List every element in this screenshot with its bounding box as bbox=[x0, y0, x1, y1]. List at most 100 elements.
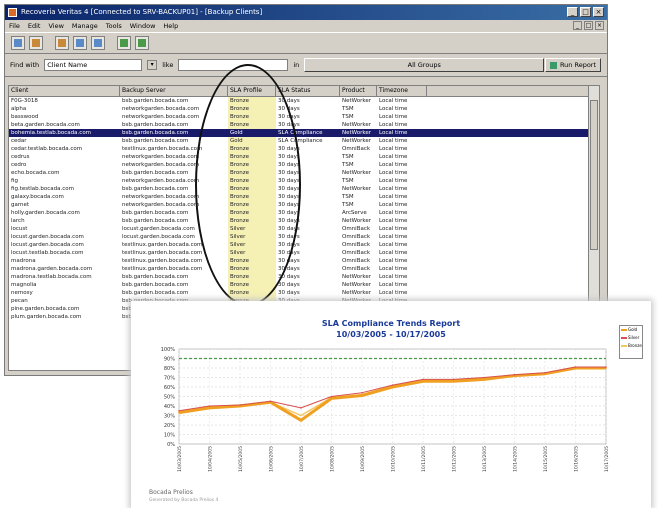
table-row[interactable]: locust.garden.bocada.com testlinux.garden… bbox=[9, 241, 599, 249]
minimize-button[interactable]: _ bbox=[567, 7, 578, 17]
table-row[interactable]: locust.testlab.bocada.com testlinux.garde… bbox=[9, 249, 599, 257]
cell-client: pine.garden.bocada.com bbox=[11, 306, 80, 312]
menu-view[interactable]: View bbox=[48, 20, 63, 32]
cell-product: TSM bbox=[342, 194, 354, 200]
run-report-button[interactable]: Run Report bbox=[545, 58, 601, 72]
data-point-silver bbox=[239, 404, 241, 406]
table-row[interactable]: fig.testlab.bocada.com bsb.garden.bocada.… bbox=[9, 185, 599, 193]
data-point-silver bbox=[361, 391, 363, 394]
servers-icon[interactable] bbox=[91, 36, 105, 50]
cell-product: TSM bbox=[342, 106, 354, 112]
report-icon[interactable] bbox=[29, 36, 43, 50]
data-point-gold bbox=[452, 380, 455, 383]
window-titlebar[interactable]: Recoveria Veritas 4 [Connected to SRV-BA… bbox=[5, 5, 607, 20]
table-row[interactable]: locust.garden.bocada.com locust.garden.bo… bbox=[9, 233, 599, 241]
cell-product: OmniBack bbox=[342, 242, 371, 248]
cell-client: locust.garden.bocada.com bbox=[11, 234, 84, 240]
cell-sla-status: 30 days bbox=[278, 274, 300, 280]
maximize-button[interactable]: □ bbox=[580, 7, 591, 17]
chart-icon[interactable] bbox=[55, 36, 69, 50]
table-row[interactable]: madrona.testlab.bocada.com bsb.garden.boc… bbox=[9, 273, 599, 281]
table-row[interactable]: beta.garden.bocada.com bsb.garden.bocada.… bbox=[9, 121, 599, 129]
column-header-product[interactable]: Product bbox=[340, 86, 377, 96]
x-tick-label: 10/13/2005 bbox=[482, 446, 488, 472]
mdi-close-button[interactable]: × bbox=[595, 21, 604, 30]
table-row[interactable]: F0G-3018 bsb.garden.bocada.com Bronze 30 da… bbox=[9, 97, 599, 105]
cell-client: cedro bbox=[11, 162, 27, 168]
sla-report-panel: SLA Compliance Trends Report 10/03/2005 … bbox=[131, 301, 651, 508]
table-row[interactable]: cedar bsb.garden.bocada.com Gold SLA Compli… bbox=[9, 137, 599, 145]
refresh-icon[interactable] bbox=[117, 36, 131, 50]
close-button[interactable]: × bbox=[593, 7, 604, 17]
cell-client: madrona.testlab.bocada.com bbox=[11, 274, 92, 280]
cell-timezone: Local time bbox=[379, 106, 408, 112]
data-point-silver bbox=[452, 378, 455, 381]
table-row[interactable]: fig networkgarden.bocada.com Bronze 30 days… bbox=[9, 177, 599, 185]
menu-edit[interactable]: Edit bbox=[28, 20, 41, 32]
column-header-timezone[interactable]: Timezone bbox=[377, 86, 427, 96]
table-row[interactable]: holly.garden.bocada.com bsb.garden.bocada… bbox=[9, 209, 599, 217]
data-point-silver bbox=[330, 395, 333, 398]
y-tick-label: 60% bbox=[164, 385, 175, 391]
y-tick-label: 90% bbox=[164, 357, 175, 363]
menu-help[interactable]: Help bbox=[163, 20, 178, 32]
all-groups-button[interactable]: All Groups bbox=[304, 58, 545, 72]
table-row[interactable]: madrona.garden.bocada.com testlinux.garde… bbox=[9, 265, 599, 273]
x-tick-label: 10/08/2005 bbox=[330, 446, 336, 472]
settings-icon[interactable] bbox=[135, 36, 149, 50]
x-tick-label: 10/14/2005 bbox=[513, 446, 519, 472]
table-row[interactable]: locust locust.garden.bocada.com Silver 30 d… bbox=[9, 225, 599, 233]
table-row[interactable]: echo.bocada.com bsb.garden.bocada.com Bron… bbox=[9, 169, 599, 177]
menu-window[interactable]: Window bbox=[130, 20, 156, 32]
table-row[interactable]: galaxy.bocada.com networkgarden.bocada.co… bbox=[9, 193, 599, 201]
cell-client: locust bbox=[11, 226, 28, 232]
cell-timezone: Local time bbox=[379, 122, 408, 128]
column-header-sla-status[interactable]: SLA Status bbox=[276, 86, 340, 96]
chevron-down-icon[interactable]: ▾ bbox=[147, 60, 158, 70]
filter-bar: Find with Client Name ▾ like in All Grou… bbox=[5, 54, 607, 77]
table-row[interactable]: cedar.testlab.bocada.com testlinux.garden… bbox=[9, 145, 599, 153]
data-point-silver bbox=[544, 371, 546, 374]
data-point-silver bbox=[513, 373, 516, 376]
cell-timezone: Local time bbox=[379, 250, 408, 256]
cell-timezone: Local time bbox=[379, 154, 408, 160]
table-row[interactable]: alpha networkgarden.bocada.com Bronze 30 da… bbox=[9, 105, 599, 113]
report-footer: Bocada Prelios bbox=[149, 489, 193, 496]
data-point-silver bbox=[574, 366, 577, 368]
cell-timezone: Local time bbox=[379, 218, 408, 224]
y-tick-label: 40% bbox=[164, 404, 175, 410]
cell-timezone: Local time bbox=[379, 178, 408, 184]
in-label: in bbox=[293, 61, 300, 69]
find-field-select[interactable]: Client Name bbox=[44, 59, 143, 71]
table-row[interactable]: nemosy bsb.garden.bocada.com Bronze 30 days… bbox=[9, 289, 599, 297]
cell-client: galaxy.bocada.com bbox=[11, 194, 64, 200]
cell-product: NetWorker bbox=[342, 282, 372, 288]
table-body: F0G-3018 bsb.garden.bocada.com Bronze 30 da… bbox=[9, 97, 599, 321]
data-point-silver bbox=[483, 376, 485, 379]
table-row[interactable]: larch bsb.garden.bocada.com Bronze 30 days N… bbox=[9, 217, 599, 225]
table-row[interactable]: bohemia.testlab.bocada.com bsb.garden.boc… bbox=[9, 129, 599, 137]
data-point-silver bbox=[300, 407, 302, 409]
table-row[interactable]: magnolia bsb.garden.bocada.com Bronze 30 da… bbox=[9, 281, 599, 289]
table-row[interactable]: cedro networkgarden.bocada.com Bronze 30 da… bbox=[9, 161, 599, 169]
table-row[interactable]: garnet networkgarden.bocada.com Bronze 30 d… bbox=[9, 201, 599, 209]
table-header: Client Backup Server SLA Profile SLA Sta… bbox=[9, 86, 599, 97]
menu-manage[interactable]: Manage bbox=[72, 20, 98, 32]
menu-file[interactable]: File bbox=[9, 20, 20, 32]
table-row[interactable]: cedrus networkgarden.bocada.com Bronze 30 d… bbox=[9, 153, 599, 161]
scrollbar-thumb[interactable] bbox=[590, 100, 598, 250]
data-point-bronze bbox=[300, 414, 302, 417]
column-header-client[interactable]: Client bbox=[9, 86, 120, 96]
menu-tools[interactable]: Tools bbox=[106, 20, 122, 32]
y-tick-label: 0% bbox=[167, 442, 175, 448]
mdi-maximize-button[interactable]: □ bbox=[584, 21, 593, 30]
grid-view-icon[interactable] bbox=[11, 36, 25, 50]
users-icon[interactable] bbox=[73, 36, 87, 50]
table-row[interactable]: basswood networkgarden.bocada.com Bronze 30… bbox=[9, 113, 599, 121]
cell-product: OmniBack bbox=[342, 266, 371, 272]
x-tick-label: 10/04/2005 bbox=[208, 446, 214, 472]
cell-timezone: Local time bbox=[379, 114, 408, 120]
table-row[interactable]: madrona testlinux.garden.bocada.com Bronze… bbox=[9, 257, 599, 265]
mdi-minimize-button[interactable]: _ bbox=[573, 21, 582, 30]
cell-product: OmniBack bbox=[342, 234, 371, 240]
